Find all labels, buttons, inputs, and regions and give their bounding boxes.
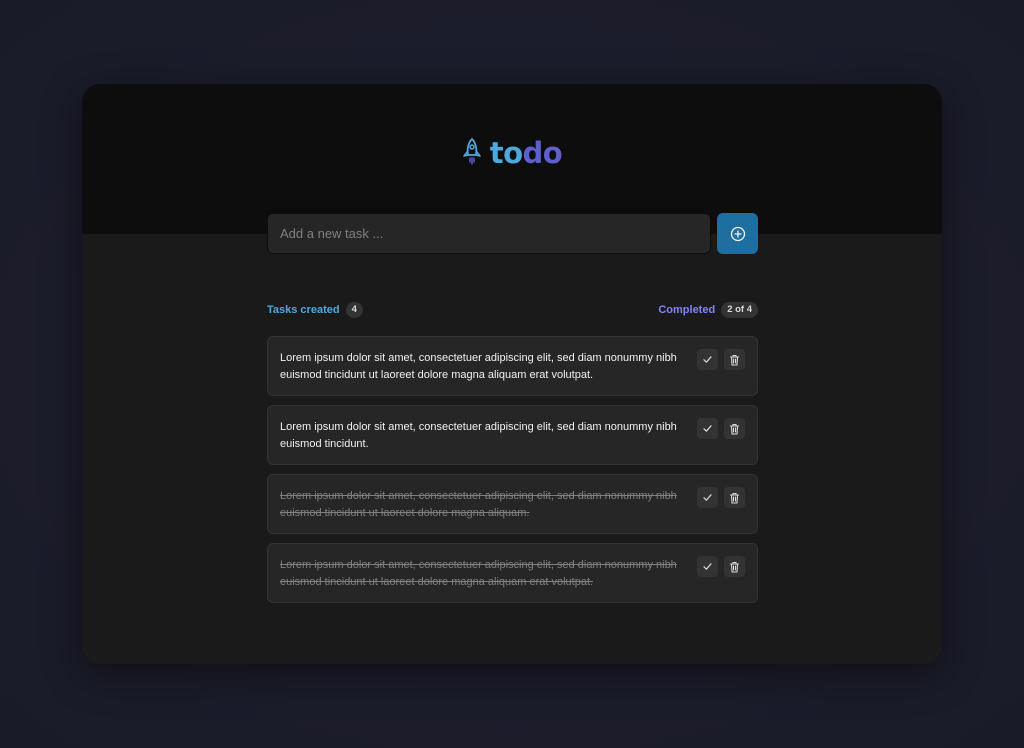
app-title-part-2: do	[522, 136, 563, 170]
complete-task-button[interactable]	[697, 556, 718, 577]
delete-task-button[interactable]	[724, 487, 745, 508]
tasks-created-counter: Tasks created 4	[267, 302, 363, 318]
check-icon	[702, 423, 713, 434]
tasks-completed-badge: 2 of 4	[721, 302, 758, 318]
task-item: Lorem ipsum dolor sit amet, consectetuer…	[267, 336, 758, 396]
delete-task-button[interactable]	[724, 418, 745, 439]
complete-task-button[interactable]	[697, 418, 718, 439]
task-item-completed: Lorem ipsum dolor sit amet, consectetuer…	[267, 543, 758, 603]
create-task-button[interactable]	[717, 213, 758, 254]
rocket-icon	[462, 137, 482, 170]
tasks-completed-counter: Completed 2 of 4	[658, 302, 758, 318]
task-text: Lorem ipsum dolor sit amet, consectetuer…	[280, 352, 677, 381]
trash-icon	[729, 423, 740, 435]
task-text: Lorem ipsum dolor sit amet, consectetuer…	[280, 490, 677, 519]
todo-app-window: todo Tasks created 4 Completed 2 of 4 Lo…	[82, 84, 942, 664]
task-list: Lorem ipsum dolor sit amet, consectetuer…	[267, 336, 758, 612]
plus-circle-icon	[730, 226, 746, 242]
delete-task-button[interactable]	[724, 556, 745, 577]
task-actions	[697, 487, 745, 508]
task-text: Lorem ipsum dolor sit amet, consectetuer…	[280, 421, 677, 450]
check-icon	[702, 561, 713, 572]
task-item-completed: Lorem ipsum dolor sit amet, consectetuer…	[267, 474, 758, 534]
tasks-created-label: Tasks created	[267, 304, 340, 316]
task-summary: Tasks created 4 Completed 2 of 4	[267, 302, 758, 318]
new-task-form	[267, 213, 758, 254]
new-task-input[interactable]	[267, 213, 711, 254]
complete-task-button[interactable]	[697, 349, 718, 370]
task-actions	[697, 349, 745, 370]
tasks-created-badge: 4	[345, 302, 363, 318]
trash-icon	[729, 354, 740, 366]
app-logo: todo	[82, 136, 942, 170]
complete-task-button[interactable]	[697, 487, 718, 508]
delete-task-button[interactable]	[724, 349, 745, 370]
app-title-part-1: to	[489, 136, 523, 170]
check-icon	[702, 492, 713, 503]
check-icon	[702, 354, 713, 365]
trash-icon	[729, 561, 740, 573]
tasks-completed-label: Completed	[658, 304, 716, 316]
task-actions	[697, 418, 745, 439]
task-item: Lorem ipsum dolor sit amet, consectetuer…	[267, 405, 758, 465]
trash-icon	[729, 492, 740, 504]
task-actions	[697, 556, 745, 577]
app-title: todo	[489, 136, 563, 170]
app-header: todo	[82, 84, 942, 234]
task-text: Lorem ipsum dolor sit amet, consectetuer…	[280, 559, 677, 588]
